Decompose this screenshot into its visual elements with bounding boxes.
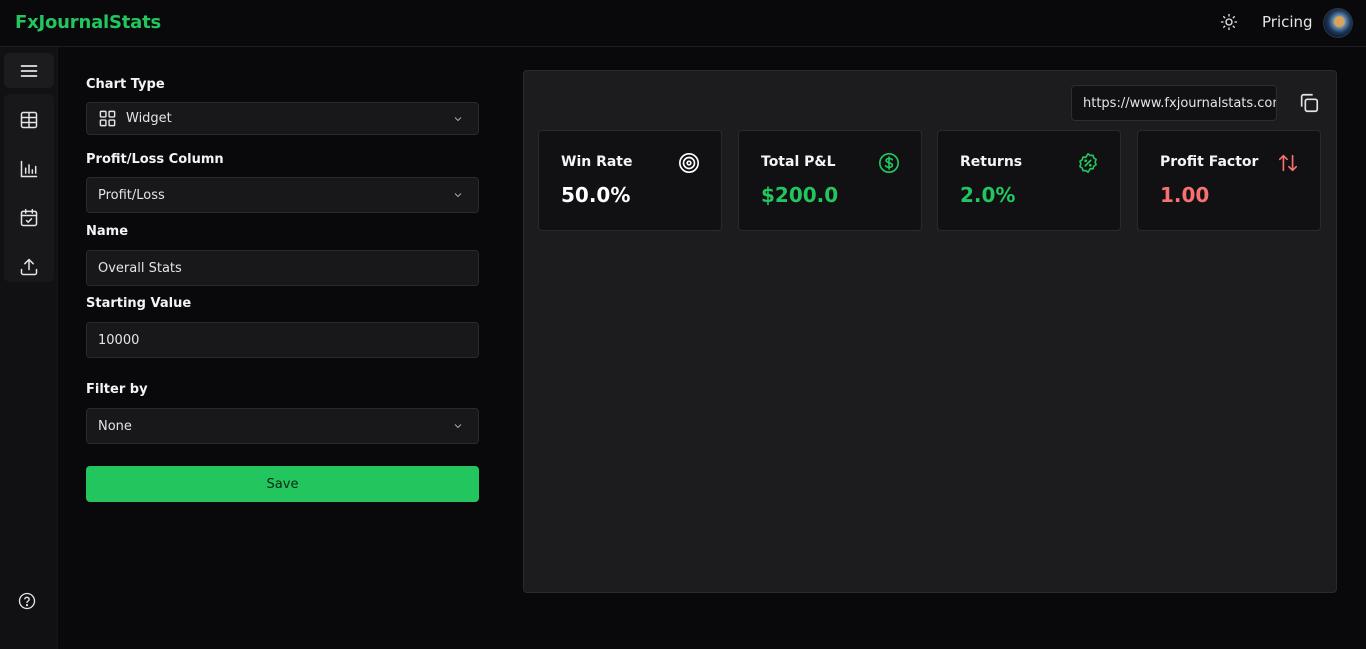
stat-card-total-pl: Total P&L $200.0 (738, 130, 922, 231)
name-label: Name (86, 224, 129, 239)
stat-card-returns: Returns 2.0% (937, 130, 1121, 231)
name-input-value: Overall Stats (98, 260, 182, 276)
card-title: Win Rate (561, 154, 633, 170)
menu-button[interactable] (4, 53, 54, 88)
pl-column-value: Profit/Loss (98, 187, 165, 203)
card-title: Total P&L (761, 154, 836, 170)
upload-icon (20, 258, 38, 275)
dollar-circle-icon (879, 153, 899, 173)
sidebar-item-charts[interactable] (4, 144, 54, 193)
chevron-down-icon (454, 116, 462, 121)
chart-type-label: Chart Type (86, 77, 165, 92)
copy-url-button[interactable] (1298, 92, 1320, 114)
card-value: 50.0% (561, 183, 631, 207)
starting-value-input-value: 10000 (98, 332, 140, 348)
card-value: 1.00 (1160, 183, 1210, 207)
bar-chart-icon (20, 160, 38, 177)
card-title: Returns (960, 154, 1023, 170)
sidebar-item-upload[interactable] (4, 242, 54, 291)
hamburger-icon (20, 64, 38, 77)
brand-logo[interactable]: FxJournalStats (15, 12, 161, 33)
top-bar: FxJournalStats Pricing (0, 0, 1366, 47)
sidebar-item-table[interactable] (4, 95, 54, 144)
percent-badge-icon (1079, 153, 1097, 173)
arrows-up-down-icon (1278, 154, 1298, 172)
avatar[interactable] (1323, 8, 1353, 38)
sun-icon (1220, 13, 1238, 31)
share-url-field[interactable]: https://www.fxjournalstats.com (1071, 85, 1277, 121)
save-button[interactable]: Save (86, 466, 479, 502)
name-input[interactable]: Overall Stats (86, 250, 479, 286)
calendar-check-icon (20, 208, 38, 226)
filter-value: None (98, 418, 132, 434)
theme-toggle-button[interactable] (1219, 12, 1239, 32)
chevron-down-icon (454, 193, 462, 198)
starting-value-input[interactable]: 10000 (86, 322, 479, 358)
filter-select[interactable]: None (86, 408, 479, 444)
grid-icon (99, 110, 116, 127)
help-circle-icon (18, 592, 36, 610)
pricing-link[interactable]: Pricing (1262, 13, 1313, 31)
filter-label: Filter by (86, 382, 148, 397)
chart-type-value: Widget (126, 111, 172, 126)
sidebar (0, 47, 58, 649)
copy-icon (1300, 93, 1319, 113)
stat-card-profit-factor: Profit Factor 1.00 (1137, 130, 1321, 231)
stat-card-win-rate: Win Rate 50.0% (538, 130, 722, 231)
card-title: Profit Factor (1160, 154, 1259, 170)
sidebar-tools (4, 94, 54, 282)
pl-column-select[interactable]: Profit/Loss (86, 177, 479, 213)
card-value: 2.0% (960, 183, 1016, 207)
card-value: $200.0 (761, 183, 839, 207)
pl-column-label: Profit/Loss Column (86, 152, 224, 167)
widget-preview-panel: https://www.fxjournalstats.com Win Rate … (523, 70, 1337, 593)
chart-type-select[interactable]: Widget (86, 102, 479, 135)
chevron-down-icon (454, 424, 462, 429)
sidebar-item-calendar[interactable] (4, 193, 54, 242)
target-icon (679, 153, 699, 173)
help-button[interactable] (17, 591, 37, 611)
table-icon (20, 111, 38, 128)
starting-value-label: Starting Value (86, 296, 192, 311)
